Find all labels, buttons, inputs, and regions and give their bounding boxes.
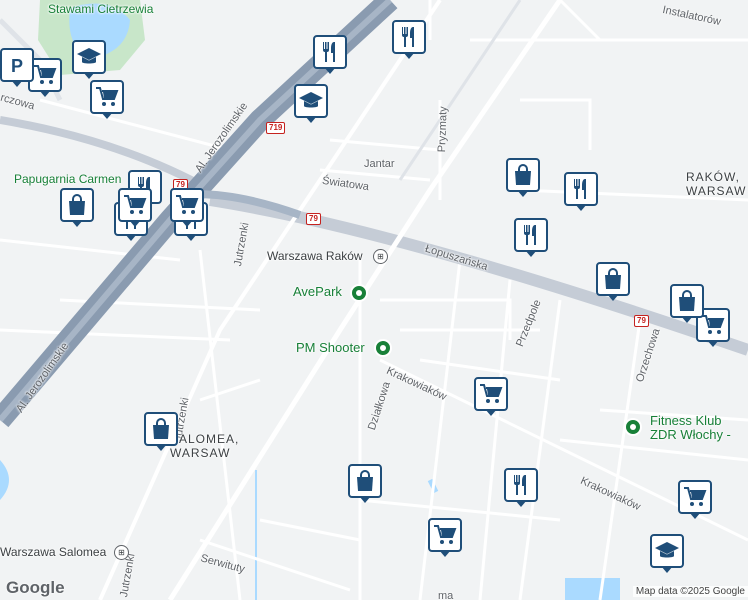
- shopping-bag-pin[interactable]: [60, 188, 94, 227]
- shopping-bag-pin[interactable]: [144, 412, 178, 451]
- shopping-cart-icon: [122, 192, 148, 218]
- shopping-cart-pin[interactable]: [678, 480, 712, 519]
- shopping-cart-pin[interactable]: [170, 188, 204, 227]
- label-pryzmaty: Pryzmaty: [436, 106, 450, 153]
- svg-text:P: P: [11, 56, 23, 76]
- school-icon: [654, 538, 680, 564]
- parking-icon: P: [4, 52, 30, 78]
- pond-bottom: [565, 578, 620, 600]
- label-papugarnia[interactable]: Papugarnia Carmen: [14, 172, 121, 186]
- area-salomea: SALOMEA, WARSAW: [170, 432, 240, 460]
- fitness-marker-icon[interactable]: [624, 418, 642, 436]
- label-ma: ma: [438, 590, 454, 600]
- station-salomea-label[interactable]: Warszawa Salomea: [0, 545, 106, 559]
- shopping-bag-icon: [352, 468, 378, 494]
- restaurant-pin[interactable]: [564, 172, 598, 211]
- restaurant-pin[interactable]: [514, 218, 548, 257]
- shopping-cart-pin[interactable]: [428, 518, 462, 557]
- area-rakow: RAKÓW, WARSAW: [686, 170, 747, 198]
- school-pin[interactable]: [72, 40, 106, 79]
- shopping-cart-icon: [700, 312, 726, 338]
- restaurant-icon: [518, 222, 544, 248]
- shopping-cart-pin[interactable]: [90, 80, 124, 119]
- shopping-cart-pin[interactable]: [118, 188, 152, 227]
- shopping-cart-icon: [32, 62, 58, 88]
- google-logo: Google: [6, 578, 65, 597]
- shopping-bag-pin[interactable]: [670, 284, 704, 323]
- road-shield-719: 719: [266, 122, 286, 134]
- map-canvas[interactable]: Stawami Cietrzewia Papugarnia Carmen Al.…: [0, 0, 748, 600]
- road-shield-79: 79: [634, 315, 649, 327]
- shopping-bag-icon: [148, 416, 174, 442]
- school-icon: [298, 88, 324, 114]
- shopping-bag-pin[interactable]: [596, 262, 630, 301]
- shopping-bag-icon: [600, 266, 626, 292]
- school-icon: [76, 44, 102, 70]
- shopping-cart-pin[interactable]: [474, 377, 508, 416]
- poi-fitness-label[interactable]: Fitness Klub ZDR Włochy - Krakow: [650, 414, 748, 442]
- pm-shooter-marker-icon[interactable]: [374, 339, 392, 357]
- train-station-icon[interactable]: ⊞: [114, 545, 129, 560]
- shopping-bag-icon: [64, 192, 90, 218]
- poi-pm-shooter-label[interactable]: PM Shooter: [296, 340, 365, 355]
- shopping-bag-icon: [674, 288, 700, 314]
- school-pin[interactable]: [294, 84, 328, 123]
- road-shield-79: 79: [306, 213, 321, 225]
- restaurant-icon: [568, 176, 594, 202]
- restaurant-icon: [396, 24, 422, 50]
- shopping-bag-pin[interactable]: [506, 158, 540, 197]
- label-stawami: Stawami Cietrzewia: [48, 2, 154, 16]
- parking-pin[interactable]: P: [0, 48, 34, 87]
- restaurant-pin[interactable]: [392, 20, 426, 59]
- avepark-marker-icon[interactable]: [350, 284, 368, 302]
- train-station-icon[interactable]: ⊞: [373, 249, 388, 264]
- shopping-cart-icon: [94, 84, 120, 110]
- school-pin[interactable]: [650, 534, 684, 573]
- restaurant-pin[interactable]: [504, 468, 538, 507]
- map-attribution[interactable]: Map data ©2025 Google: [632, 586, 748, 597]
- shopping-cart-icon: [174, 192, 200, 218]
- shopping-bag-pin[interactable]: [348, 464, 382, 503]
- restaurant-icon: [317, 39, 343, 65]
- restaurant-icon: [508, 472, 534, 498]
- shopping-cart-icon: [478, 381, 504, 407]
- label-jantar: Jantar: [364, 158, 395, 170]
- shopping-cart-icon: [432, 522, 458, 548]
- shopping-bag-icon: [510, 162, 536, 188]
- shopping-cart-icon: [682, 484, 708, 510]
- water-left: [0, 460, 9, 500]
- poi-avepark-label[interactable]: AvePark: [293, 284, 342, 299]
- station-rakow-label[interactable]: Warszawa Raków: [267, 249, 363, 263]
- restaurant-pin[interactable]: [313, 35, 347, 74]
